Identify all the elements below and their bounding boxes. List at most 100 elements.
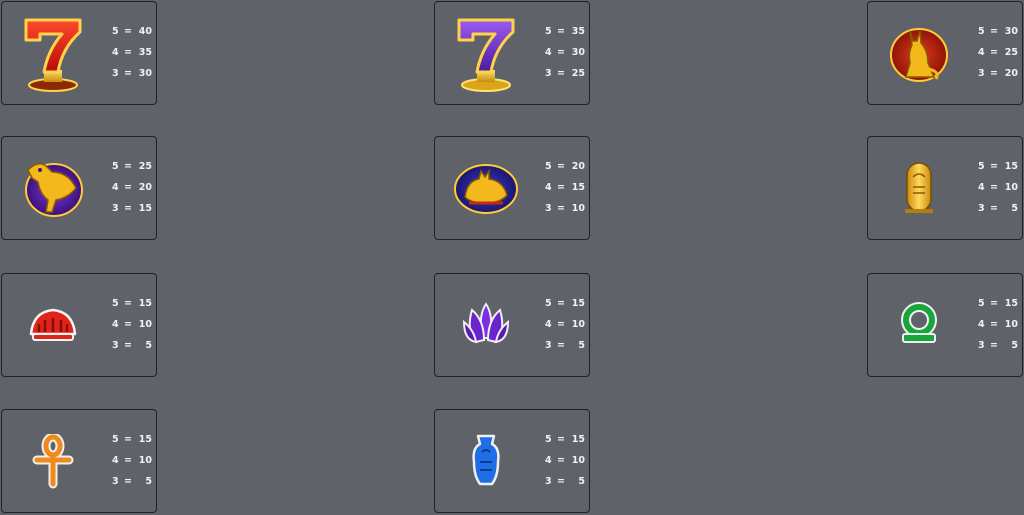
- pay-value: 5: [1011, 203, 1018, 214]
- cartouche-icon: [882, 147, 956, 231]
- pay-separator: =: [124, 455, 132, 466]
- pay-separator: =: [124, 47, 132, 58]
- red-headdress-icon: [16, 284, 90, 368]
- cat-icon: [882, 12, 956, 96]
- pay-count: 3: [545, 476, 552, 487]
- pay-value: 10: [571, 203, 585, 214]
- paytable-card-purple-seven: 5 = 35 4 = 30 3 = 25: [434, 1, 590, 105]
- pay-count: 4: [978, 319, 985, 330]
- pay-count: 4: [545, 47, 552, 58]
- pay-count: 5: [978, 26, 985, 37]
- pay-value: 25: [571, 68, 585, 79]
- pay-separator: =: [557, 319, 565, 330]
- paytable-values: 5 = 20 4 = 15 3 = 10: [545, 156, 585, 219]
- paytable-values: 5 = 25 4 = 20 3 = 15: [112, 156, 152, 219]
- pay-value: 35: [571, 26, 585, 37]
- red-seven-icon: [16, 12, 90, 96]
- pay-row: 4 = 10: [112, 314, 152, 335]
- pay-separator: =: [990, 340, 998, 351]
- pay-value: 5: [145, 476, 152, 487]
- pay-row: 5 = 35: [545, 21, 585, 42]
- pay-separator: =: [557, 434, 565, 445]
- pay-separator: =: [557, 203, 565, 214]
- pay-value: 10: [138, 455, 152, 466]
- pay-row: 5 = 30: [978, 21, 1018, 42]
- paytable-values: 5 = 35 4 = 30 3 = 25: [545, 21, 585, 84]
- pay-count: 3: [112, 476, 119, 487]
- pay-row: 3 = 5: [545, 335, 585, 356]
- paytable-values: 5 = 40 4 = 35 3 = 30: [112, 21, 152, 84]
- pay-value: 10: [571, 455, 585, 466]
- pay-row: 3 = 5: [978, 335, 1018, 356]
- pay-value: 30: [1004, 26, 1018, 37]
- pay-separator: =: [990, 298, 998, 309]
- pay-value: 15: [1004, 298, 1018, 309]
- paytable-card-ankh: 5 = 15 4 = 10 3 = 5: [1, 409, 157, 513]
- paytable-card-lying-cat: 5 = 20 4 = 15 3 = 10: [434, 136, 590, 240]
- pay-value: 20: [1004, 68, 1018, 79]
- pay-value: 35: [138, 47, 152, 58]
- pay-separator: =: [990, 161, 998, 172]
- pay-count: 3: [112, 68, 119, 79]
- pay-separator: =: [124, 476, 132, 487]
- pay-row: 3 = 5: [545, 471, 585, 492]
- pay-separator: =: [557, 182, 565, 193]
- falcon-icon: [16, 147, 90, 231]
- paytable-values: 5 = 15 4 = 10 3 = 5: [112, 293, 152, 356]
- purple-seven-icon: [449, 12, 523, 96]
- pay-count: 4: [545, 319, 552, 330]
- pay-row: 5 = 15: [545, 293, 585, 314]
- pay-count: 3: [545, 340, 552, 351]
- paytable-page: 5 = 40 4 = 35 3 = 30 5 = 35 4 = 30 3 = 2…: [0, 0, 1024, 515]
- paytable-card-cartouche: 5 = 15 4 = 10 3 = 5: [867, 136, 1023, 240]
- paytable-values: 5 = 15 4 = 10 3 = 5: [545, 293, 585, 356]
- paytable-values: 5 = 15 4 = 10 3 = 5: [978, 293, 1018, 356]
- pay-separator: =: [557, 340, 565, 351]
- pay-count: 5: [112, 161, 119, 172]
- pay-count: 5: [545, 434, 552, 445]
- pay-separator: =: [557, 47, 565, 58]
- paytable-card-purple-lotus: 5 = 15 4 = 10 3 = 5: [434, 273, 590, 377]
- pay-value: 10: [1004, 182, 1018, 193]
- pay-count: 3: [978, 340, 985, 351]
- pay-value: 15: [571, 434, 585, 445]
- pay-value: 10: [571, 319, 585, 330]
- blue-vase-icon: [449, 420, 523, 504]
- pay-row: 5 = 15: [978, 293, 1018, 314]
- pay-value: 15: [571, 182, 585, 193]
- pay-value: 10: [1004, 319, 1018, 330]
- pay-separator: =: [990, 68, 998, 79]
- pay-separator: =: [990, 319, 998, 330]
- pay-row: 3 = 5: [978, 198, 1018, 219]
- ankh-icon: [16, 420, 90, 504]
- pay-separator: =: [557, 455, 565, 466]
- pay-separator: =: [990, 26, 998, 37]
- pay-separator: =: [124, 161, 132, 172]
- paytable-values: 5 = 15 4 = 10 3 = 5: [112, 429, 152, 492]
- pay-row: 5 = 15: [112, 429, 152, 450]
- pay-count: 3: [112, 203, 119, 214]
- pay-separator: =: [557, 476, 565, 487]
- pay-separator: =: [124, 340, 132, 351]
- pay-count: 5: [545, 298, 552, 309]
- pay-row: 3 = 20: [978, 63, 1018, 84]
- pay-value: 15: [138, 434, 152, 445]
- pay-count: 5: [978, 161, 985, 172]
- pay-separator: =: [124, 298, 132, 309]
- pay-value: 5: [578, 340, 585, 351]
- paytable-values: 5 = 30 4 = 25 3 = 20: [978, 21, 1018, 84]
- pay-count: 3: [978, 203, 985, 214]
- paytable-card-red-headdress: 5 = 15 4 = 10 3 = 5: [1, 273, 157, 377]
- pay-row: 4 = 10: [978, 314, 1018, 335]
- pay-row: 3 = 25: [545, 63, 585, 84]
- paytable-card-blue-vase: 5 = 15 4 = 10 3 = 5: [434, 409, 590, 513]
- pay-value: 25: [1004, 47, 1018, 58]
- pay-separator: =: [124, 434, 132, 445]
- pay-value: 30: [138, 68, 152, 79]
- pay-value: 5: [1011, 340, 1018, 351]
- pay-value: 15: [138, 298, 152, 309]
- pay-row: 3 = 10: [545, 198, 585, 219]
- pay-count: 5: [112, 434, 119, 445]
- pay-value: 5: [578, 476, 585, 487]
- pay-value: 10: [138, 319, 152, 330]
